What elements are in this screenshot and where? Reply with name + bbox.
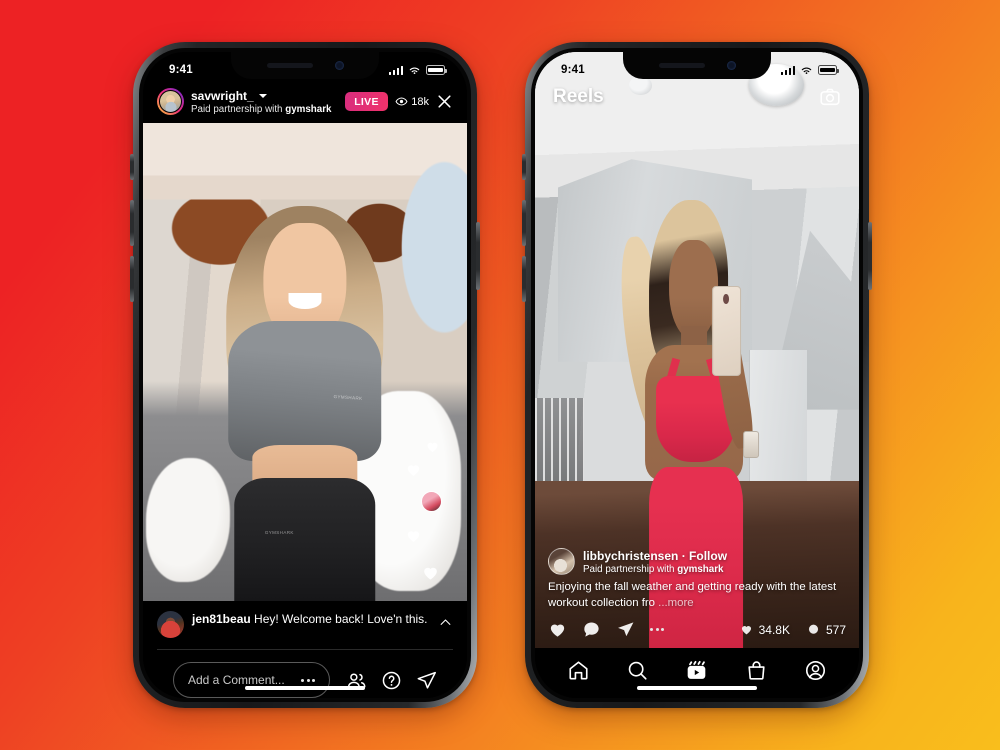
reels-post-overlay: libbychristensen · Follow Paid partnersh… [535,548,859,648]
paid-partnership-label: Paid partnership with gymshark [191,103,332,115]
front-camera [726,61,736,70]
bottom-tab-bar [535,648,859,698]
video-held-phone [712,285,741,377]
more-dots-icon[interactable] [650,628,664,631]
video-wristwatch [742,430,760,458]
caption-more-link[interactable]: ...more [658,597,693,609]
power-button[interactable] [868,222,872,290]
viewer-count: 18k [395,95,429,108]
likes-stat: 34.8K [740,623,790,637]
chevron-up-icon[interactable] [438,615,453,630]
shop-bag-icon[interactable] [745,659,768,682]
paper-plane-icon[interactable] [416,670,437,691]
phone-device-live: 9:41 savwright_ Paid partnership with gy… [130,42,480,708]
reels-screen: 9:41 Reels libbychristensen · Follow Pai… [535,52,859,698]
search-icon[interactable] [626,659,649,682]
avatar[interactable] [157,88,184,115]
live-video-feed[interactable]: GYMSHARK GYMSHARK [143,123,467,601]
eye-icon [395,97,408,106]
phone-device-reels: 9:41 Reels libbychristensen · Follow Pai… [522,42,872,708]
device-notch [623,52,771,79]
volume-down-button[interactable] [130,256,134,302]
reels-action-bar: 34.8K 577 [548,620,846,639]
device-notch [231,52,379,79]
live-screen: 9:41 savwright_ Paid partnership with gy… [143,52,467,698]
home-indicator[interactable] [245,685,365,690]
comment-item: jen81beau Hey! Welcome back! Love'n this… [157,611,453,638]
phone-bezel: 9:41 Reels libbychristensen · Follow Pai… [531,48,863,702]
comment-username[interactable]: jen81beau [192,612,251,626]
reels-username-row: libbychristensen · Follow [583,548,728,563]
battery-icon [426,65,447,75]
paper-plane-icon[interactable] [616,620,635,639]
status-time: 9:41 [169,64,193,76]
paid-partnership-label: Paid partnership with gymshark [583,563,724,575]
likes-count: 34.8K [758,622,790,637]
phone-bezel: 9:41 savwright_ Paid partnership with gy… [139,48,471,702]
earpiece-speaker [266,63,313,68]
reels-icon[interactable] [685,659,708,682]
chevron-down-icon[interactable] [258,93,267,98]
avatar[interactable] [548,548,575,576]
reels-video-feed[interactable]: Reels libbychristensen · Follow Paid par… [535,52,859,648]
avatar[interactable] [157,611,184,638]
reels-user-row: libbychristensen · Follow Paid partnersh… [548,548,846,576]
battery-icon [818,65,839,75]
home-icon[interactable] [567,659,590,682]
more-dots-icon[interactable] [301,678,315,682]
close-x-icon[interactable] [436,93,453,110]
question-circle-icon[interactable] [381,670,402,691]
comment-filled-icon [808,624,819,634]
reels-caption[interactable]: Enjoying the fall weather and getting re… [548,580,846,611]
home-indicator[interactable] [637,685,757,690]
cellular-bars-icon [780,65,795,75]
earpiece-speaker [658,63,705,68]
live-comment-section: jen81beau Hey! Welcome back! Love'n this… [143,601,467,698]
front-camera [334,61,344,70]
heart-filled-icon [741,626,751,635]
volume-up-button[interactable] [130,200,134,246]
heart-icon[interactable] [548,620,567,639]
cellular-bars-icon [388,65,403,75]
comment-text: jen81beau Hey! Welcome back! Love'n this… [192,612,428,626]
camera-icon[interactable] [819,86,841,108]
wifi-icon [801,67,812,74]
mute-switch[interactable] [130,154,134,180]
comments-stat: 577 [807,623,846,637]
reels-username[interactable]: libbychristensen [583,549,678,563]
profile-avatar-icon[interactable] [804,659,827,682]
comment-bubble-icon[interactable] [582,620,601,639]
viewer-count-text: 18k [411,95,429,108]
comment-input[interactable]: Add a Comment... [173,662,330,698]
volume-down-button[interactable] [522,256,526,302]
volume-up-button[interactable] [522,200,526,246]
follow-button[interactable]: Follow [689,549,727,563]
status-time: 9:41 [561,64,585,76]
comments-count: 577 [825,622,846,637]
live-username[interactable]: savwright_ [191,89,254,103]
power-button[interactable] [476,222,480,290]
page-title: Reels [553,86,604,107]
live-badge: LIVE [345,92,388,111]
reels-header: Reels [535,86,859,108]
video-brand-text-2: GYMSHARK [264,530,294,536]
live-compose-bar: Add a Comment... [157,650,453,698]
wifi-icon [409,67,420,74]
mute-switch[interactable] [522,154,526,180]
video-person: GYMSHARK GYMSHARK [205,190,406,601]
